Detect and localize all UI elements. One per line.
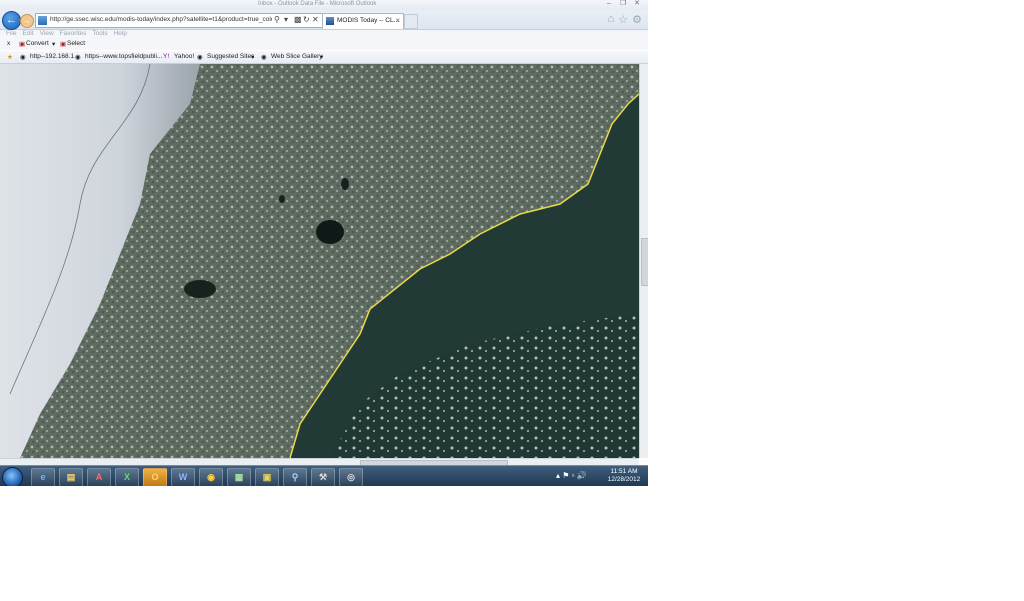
magnifier-icon[interactable]: ⚲ [283,468,307,486]
address-bar[interactable]: http://ge.ssec.wisc.edu/modis-today/inde… [35,13,323,28]
restore-icon[interactable]: ❐ [618,0,628,8]
volume-icon[interactable]: 🔊 [577,471,587,480]
search-icon[interactable]: ⚲ [274,15,280,24]
site-favicon [38,16,47,25]
menu-edit[interactable]: Edit [22,30,33,37]
select-icon: ▣ [60,41,67,48]
convert-icon: ▣ [19,41,26,48]
action-center-flag-icon[interactable]: ⚑ [562,471,569,480]
compatibility-icon[interactable]: ▩ [294,15,302,24]
new-tab-button[interactable] [404,14,418,29]
app-installer-icon[interactable]: ▣ [255,468,279,486]
favorite-link-topsfield[interactable]: https--www.topsfieldpubli... [85,53,162,60]
acrobat-icon[interactable]: A [87,468,111,486]
back-button[interactable]: ← [2,11,21,30]
system-clock[interactable]: 11:51 AM 12/28/2012 [602,468,646,484]
dropdown-arrow-icon[interactable]: ▾ [284,15,288,24]
suggested-dropdown-icon[interactable]: ▾ [251,53,254,61]
outlook-icon[interactable]: O [143,468,167,486]
menu-tools[interactable]: Tools [92,30,107,37]
chrome-icon[interactable]: ◉ [199,468,223,486]
start-button[interactable] [2,467,23,486]
network-icon[interactable]: ▫ [572,471,575,480]
file-explorer-icon[interactable]: ▤ [59,468,83,486]
minimize-icon[interactable]: – [604,0,614,8]
gear-icon[interactable]: ⚙ [632,13,642,26]
stop-icon[interactable]: ✕ [312,15,319,24]
yahoo-icon: Y! [163,53,170,60]
forward-button[interactable]: → [20,14,34,28]
vertical-scrollbar[interactable] [639,64,648,458]
select-button[interactable]: Select [67,40,85,47]
tab-close-icon[interactable]: × [395,16,400,25]
clock-date: 12/28/2012 [607,476,641,483]
tray-expand-icon[interactable]: ▴ [556,471,560,480]
vertical-scroll-thumb[interactable] [641,238,648,286]
window-title: Inbox - Outlook Data File - Microsoft Ou… [258,1,377,7]
browser-toolbar-icons: ⌂ ☆ ⚙ [608,13,642,26]
window-controls: – ❐ ✕ [604,0,642,8]
home-icon[interactable]: ⌂ [608,13,615,26]
internet-explorer-icon[interactable]: e [31,468,55,486]
favorite-ie-icon: ◉ [20,54,26,61]
lake [316,220,344,244]
menu-view[interactable]: View [40,30,54,37]
menu-favorites[interactable]: Favorites [60,30,87,37]
web-slice-dropdown-icon[interactable]: ▾ [320,53,323,61]
favorites-bar: ★ ◉ http--192.168.1 ◉ https--www.topsfie… [0,51,648,64]
favorite-ie-icon: ◉ [75,54,81,61]
command-close-button[interactable]: x [7,40,10,47]
navigation-bar: ← → http://ge.ssec.wisc.edu/modis-today/… [0,10,648,30]
favorites-star-icon[interactable]: ☆ [618,13,628,26]
lake [184,280,216,298]
word-icon[interactable]: W [171,468,195,486]
refresh-icon[interactable]: ↻ [303,15,310,24]
favorite-suggested-sites[interactable]: Suggested Sites [207,53,254,60]
favorite-web-slice-gallery[interactable]: Web Slice Gallery [271,53,323,60]
clock-time: 11:51 AM [610,468,638,475]
favorite-ie-icon: ◉ [197,54,203,61]
convert-button[interactable]: Convert [26,40,49,47]
tab-title: MODIS Today -- CL... [337,17,400,24]
menu-help[interactable]: Help [114,30,127,37]
web-slice-icon: ◉ [261,54,267,61]
favorite-link-192[interactable]: http--192.168.1 [30,53,74,60]
title-bar: Inbox - Outlook Data File - Microsoft Ou… [0,0,648,10]
media-center-icon[interactable]: ◎ [339,468,363,486]
tab-modis-today[interactable]: MODIS Today -- CL... × [322,13,404,29]
lake [279,195,285,203]
system-tray: ▴ ⚑ ▫ 🔊 [556,471,587,480]
browser-window: Inbox - Outlook Data File - Microsoft Ou… [0,0,648,486]
menu-file[interactable]: File [6,30,16,37]
taskbar: e ▤ A X O W ◉ ▦ ▣ ⚲ ⚒ ◎ ▴ ⚑ ▫ 🔊 11:51 AM… [0,465,648,486]
favorites-star-icon[interactable]: ★ [7,53,13,61]
satellite-image[interactable] [0,64,639,458]
convert-dropdown-icon[interactable]: ▾ [52,40,55,48]
tab-favicon [326,17,334,25]
address-url[interactable]: http://ge.ssec.wisc.edu/modis-today/inde… [50,16,272,23]
modis-true-color-map [0,64,639,458]
favorite-link-yahoo[interactable]: Yahoo! [174,53,194,60]
lake [341,178,349,190]
close-window-icon[interactable]: ✕ [632,0,642,8]
terminal-icon[interactable]: ▦ [227,468,251,486]
command-bar: x ▣ Convert ▾ ▣ Select [0,39,648,50]
tools-icon[interactable]: ⚒ [311,468,335,486]
excel-icon[interactable]: X [115,468,139,486]
menu-bar: File Edit View Favorites Tools Help [0,30,648,39]
